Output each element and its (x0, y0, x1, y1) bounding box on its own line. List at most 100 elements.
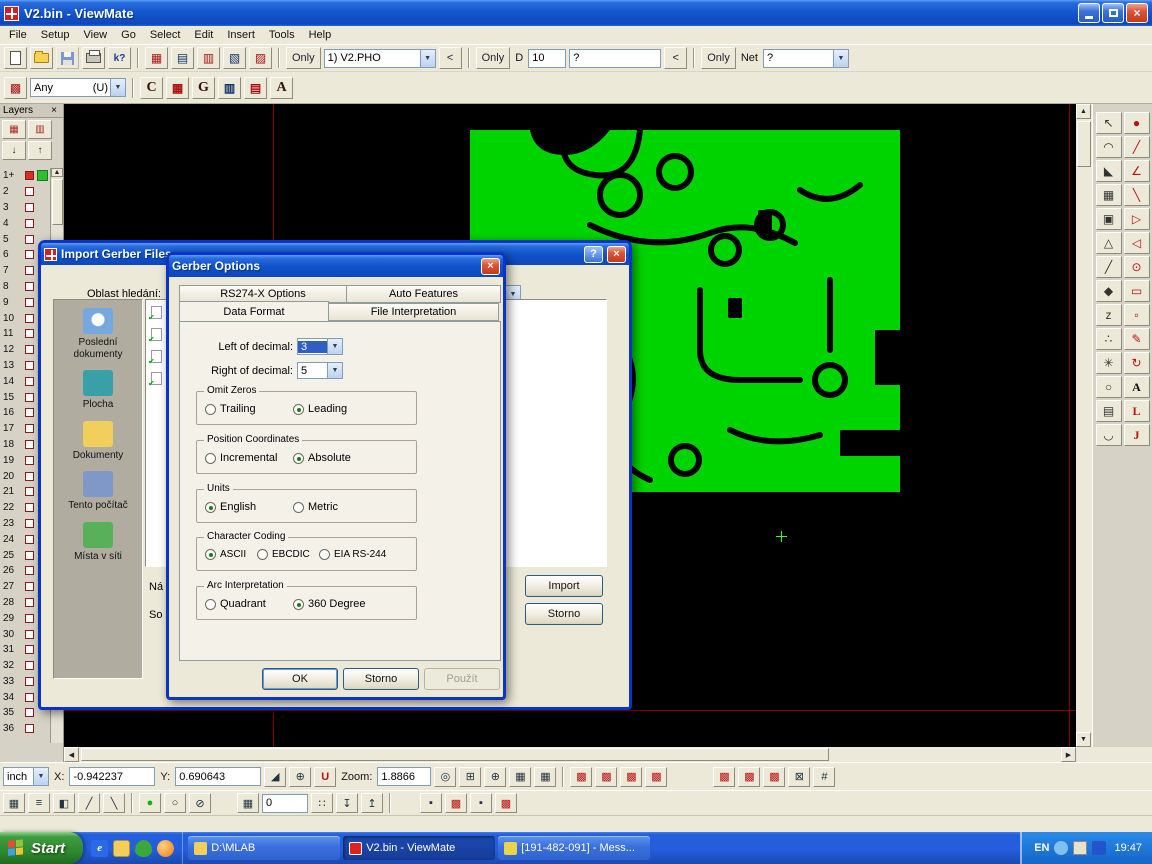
radio-360-degree[interactable] (293, 599, 304, 610)
grid-tool-button[interactable]: ▦ (3, 793, 25, 813)
dropdown-arrow-icon[interactable]: ▼ (327, 339, 342, 354)
pattern-tool-button[interactable]: ▩ (4, 77, 27, 99)
drawing-tool-button[interactable]: z (1096, 304, 1122, 326)
radio-eia-rs244[interactable] (319, 549, 330, 560)
drawing-tool-button[interactable]: L (1124, 400, 1150, 422)
menu-item[interactable]: Help (302, 27, 339, 43)
drawing-tool-button[interactable]: ╱ (1124, 136, 1150, 158)
close-button[interactable]: × (1126, 3, 1148, 23)
zoom-tool-button[interactable]: ◎ (434, 767, 456, 787)
places-bar-item[interactable]: Plocha (54, 370, 142, 411)
highlight-tool-button[interactable]: ○ (164, 793, 186, 813)
dialog-close-button[interactable]: × (481, 258, 500, 275)
gerber-file-icon[interactable] (151, 372, 162, 385)
layer-row[interactable]: 3 (0, 200, 50, 216)
drawing-tool-button[interactable]: ⊙ (1124, 256, 1150, 278)
layer-color-swatch[interactable] (25, 329, 34, 338)
layer-color-swatch[interactable] (25, 456, 34, 465)
zoom-tool-button[interactable]: ⊕ (484, 767, 506, 787)
y-coordinate[interactable]: 0.690643 (175, 767, 261, 786)
save-button[interactable] (56, 47, 79, 69)
drawing-tool-button[interactable]: J (1124, 424, 1150, 446)
dcode-query-input[interactable]: ? (569, 49, 661, 68)
view-pattern-button[interactable]: ▩ (620, 767, 642, 787)
radio-absolute[interactable] (293, 453, 304, 464)
layer-color-swatch[interactable] (25, 235, 34, 244)
drawing-tool-button[interactable]: ▦ (1096, 184, 1122, 206)
layer-color-swatch[interactable] (25, 708, 34, 717)
layers-close-button[interactable]: × (48, 106, 60, 116)
x-coordinate[interactable]: -0.942237 (69, 767, 155, 786)
view-pattern-button[interactable]: ▩ (763, 767, 785, 787)
dropdown-arrow-icon[interactable]: ▼ (327, 363, 342, 378)
layer-color-swatch[interactable] (25, 203, 34, 212)
net-combobox[interactable]: ? ▼ (763, 49, 849, 68)
taskbar-task-button[interactable]: D:\MLAB (188, 836, 340, 860)
layer-color-swatch[interactable] (25, 314, 34, 323)
layer-combobox[interactable]: 1) V2.PHO ▼ (324, 49, 436, 68)
dropdown-arrow-icon[interactable]: ▼ (33, 768, 48, 785)
only-dcode-toggle[interactable]: Only (476, 47, 511, 69)
radio-quadrant[interactable] (205, 599, 216, 610)
view-pattern-button[interactable]: ▩ (570, 767, 592, 787)
aperture-tool-button[interactable]: ▦ (166, 77, 189, 99)
view-pattern-button[interactable]: ▩ (595, 767, 617, 787)
vertical-scrollbar[interactable]: ▲ ▼ (1076, 104, 1092, 747)
layer-move-down-button[interactable]: ↓ (2, 141, 26, 160)
aperture-tool-button[interactable]: C (140, 77, 163, 99)
drawing-tool-button[interactable]: ∠ (1124, 160, 1150, 182)
layer-color-swatch[interactable] (25, 266, 34, 275)
radio-english[interactable] (205, 502, 216, 513)
ok-button[interactable]: OK (262, 668, 338, 690)
layer-color-swatch[interactable] (25, 519, 34, 528)
aperture-tool-button[interactable]: A (270, 77, 293, 99)
zoom-tool-button[interactable]: ▦ (509, 767, 531, 787)
menu-item[interactable]: View (76, 27, 114, 43)
apply-button[interactable]: Použít (424, 668, 500, 690)
grid-tool-button[interactable]: ◧ (53, 793, 75, 813)
layer-row[interactable]: 2 (0, 184, 50, 200)
storno-button[interactable]: Storno (525, 603, 603, 625)
layer-row[interactable]: 4 (0, 215, 50, 231)
layer-row[interactable]: 1+ (0, 168, 50, 184)
scroll-left-icon[interactable]: ◀ (64, 747, 79, 762)
browser-app-icon[interactable] (157, 840, 174, 857)
drawing-tool-button[interactable]: ▭ (1124, 280, 1150, 302)
drawing-tool-button[interactable]: ▤ (1096, 400, 1122, 422)
layer-color-swatch[interactable] (25, 171, 34, 180)
drawing-tool-button[interactable]: A (1124, 376, 1150, 398)
storno-button[interactable]: Storno (343, 668, 419, 690)
menu-item[interactable]: File (2, 27, 34, 43)
layer-color-swatch[interactable] (25, 503, 34, 512)
layer-color-swatch[interactable] (25, 377, 34, 386)
layer-color-swatch[interactable] (25, 250, 34, 259)
gerber-file-icon[interactable] (151, 306, 162, 319)
radio-incremental[interactable] (205, 453, 216, 464)
grid-tool-button[interactable]: ╱ (78, 793, 100, 813)
layer-color-swatch[interactable] (25, 724, 34, 733)
drawing-tool-button[interactable]: ◁ (1124, 232, 1150, 254)
tab-data-format[interactable]: Data Format (179, 301, 329, 321)
layer-color-swatch[interactable] (25, 677, 34, 686)
prev-dcode-button[interactable]: < (664, 47, 687, 69)
taskbar-task-button[interactable]: [191-482-091] - Mess... (498, 836, 650, 860)
dialog-help-button[interactable]: ? (584, 246, 603, 263)
drawing-tool-button[interactable]: ○ (1096, 376, 1122, 398)
layer-move-up-button[interactable]: ↑ (28, 141, 52, 160)
layer-color-swatch[interactable] (25, 630, 34, 639)
radio-trailing[interactable] (205, 404, 216, 415)
scrollbar-thumb[interactable] (81, 748, 829, 761)
prev-layer-button[interactable]: < (439, 47, 462, 69)
view-pattern-button[interactable]: ▩ (713, 767, 735, 787)
scroll-up-icon[interactable]: ▲ (51, 168, 63, 177)
pattern-toggle-button[interactable]: ▩ (495, 793, 517, 813)
display-mode-button[interactable]: ▧ (223, 47, 246, 69)
snap-tool-button[interactable]: ↥ (361, 793, 383, 813)
layer-color-swatch[interactable] (25, 566, 34, 575)
layer-color-swatch[interactable] (25, 614, 34, 623)
grid-tool-button[interactable]: ≡ (28, 793, 50, 813)
dcode-input[interactable]: 10 (528, 49, 566, 68)
drawing-tool-button[interactable]: ↻ (1124, 352, 1150, 374)
layer-color-swatch[interactable] (25, 598, 34, 607)
menu-item[interactable]: Edit (187, 27, 220, 43)
